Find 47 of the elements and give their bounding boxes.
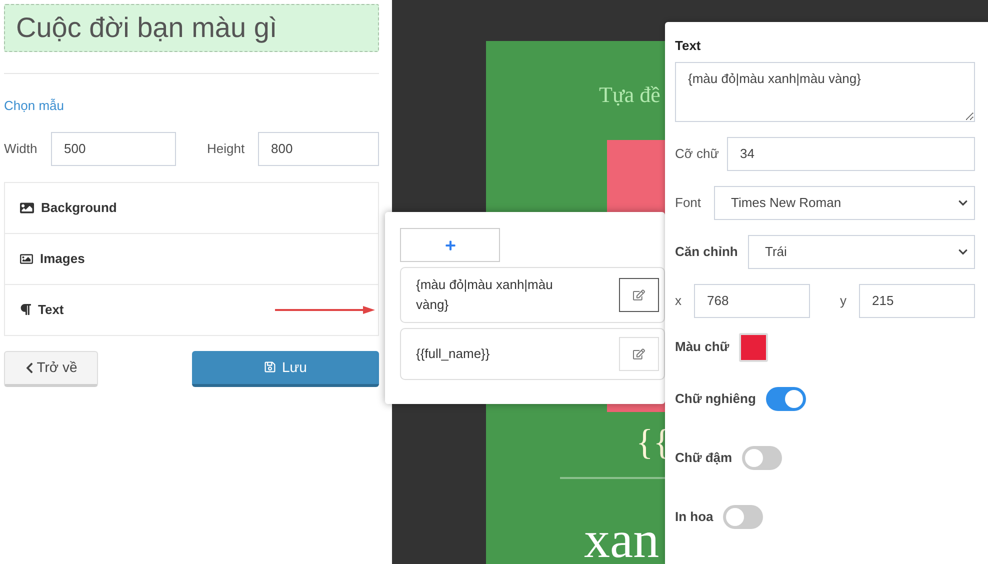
text-item[interactable]: {màu đỏ|màu xanh|màu vàng}	[400, 267, 665, 323]
toggle-switch[interactable]	[742, 446, 782, 470]
text-item[interactable]: {{full_name}}	[400, 328, 665, 380]
width-field[interactable]: 500	[51, 132, 176, 166]
x-label: x	[675, 292, 682, 310]
chevron-down-icon	[958, 246, 968, 256]
y-label: y	[840, 292, 848, 310]
toggle-label: In hoa	[675, 508, 714, 526]
image-icon	[20, 200, 34, 214]
text-field[interactable]: {màu đỏ|màu xanh|màu vàng}	[675, 62, 975, 122]
y-field[interactable]: 215	[859, 284, 975, 318]
font-select[interactable]: Times New Roman	[714, 186, 975, 220]
toggle-switch[interactable]	[723, 505, 764, 529]
image-icon	[20, 252, 33, 266]
poster-heading: Tựa đề	[599, 81, 660, 109]
align-label: Căn chỉnh	[675, 242, 739, 261]
edit-button[interactable]	[619, 278, 659, 312]
font-size-label: Cỡ chữ	[675, 144, 720, 163]
title-banner: Cuộc đời bạn màu gì	[4, 4, 379, 52]
accordion-section[interactable]: Text	[4, 284, 379, 336]
paragraph-icon	[20, 303, 31, 316]
color-swatch[interactable]	[739, 332, 768, 362]
save-button[interactable]: Lưu	[192, 350, 379, 386]
toggle-label: Chữ đậm	[675, 449, 732, 468]
height-field[interactable]: 800	[258, 132, 379, 166]
font-label: Font	[675, 194, 702, 212]
chevron-down-icon	[958, 198, 968, 208]
poster-big-text: xan	[584, 511, 660, 564]
width-label: Width	[4, 140, 38, 158]
accordion-section[interactable]: Background	[4, 182, 379, 234]
text-color-label: Màu chữ	[675, 338, 730, 356]
accordion-section[interactable]: Images	[4, 232, 379, 284]
x-field[interactable]: 768	[694, 284, 810, 318]
text-label: Text	[675, 37, 702, 55]
template-braces: {{	[636, 421, 671, 464]
toggle-label: Chữ nghiêng	[675, 390, 756, 408]
save-icon	[264, 361, 276, 373]
chevron-left-icon	[24, 362, 34, 374]
plus-icon	[444, 240, 456, 250]
back-button[interactable]: Trở về	[4, 350, 98, 386]
align-select[interactable]: Trái	[748, 234, 975, 268]
height-label: Height	[207, 140, 246, 158]
toggle-switch[interactable]	[766, 387, 806, 411]
choose-template-link[interactable]: Chọn mẫu	[4, 96, 64, 116]
edit-icon	[633, 289, 645, 301]
font-size-field[interactable]: 34	[727, 136, 975, 170]
edit-icon	[633, 348, 645, 360]
